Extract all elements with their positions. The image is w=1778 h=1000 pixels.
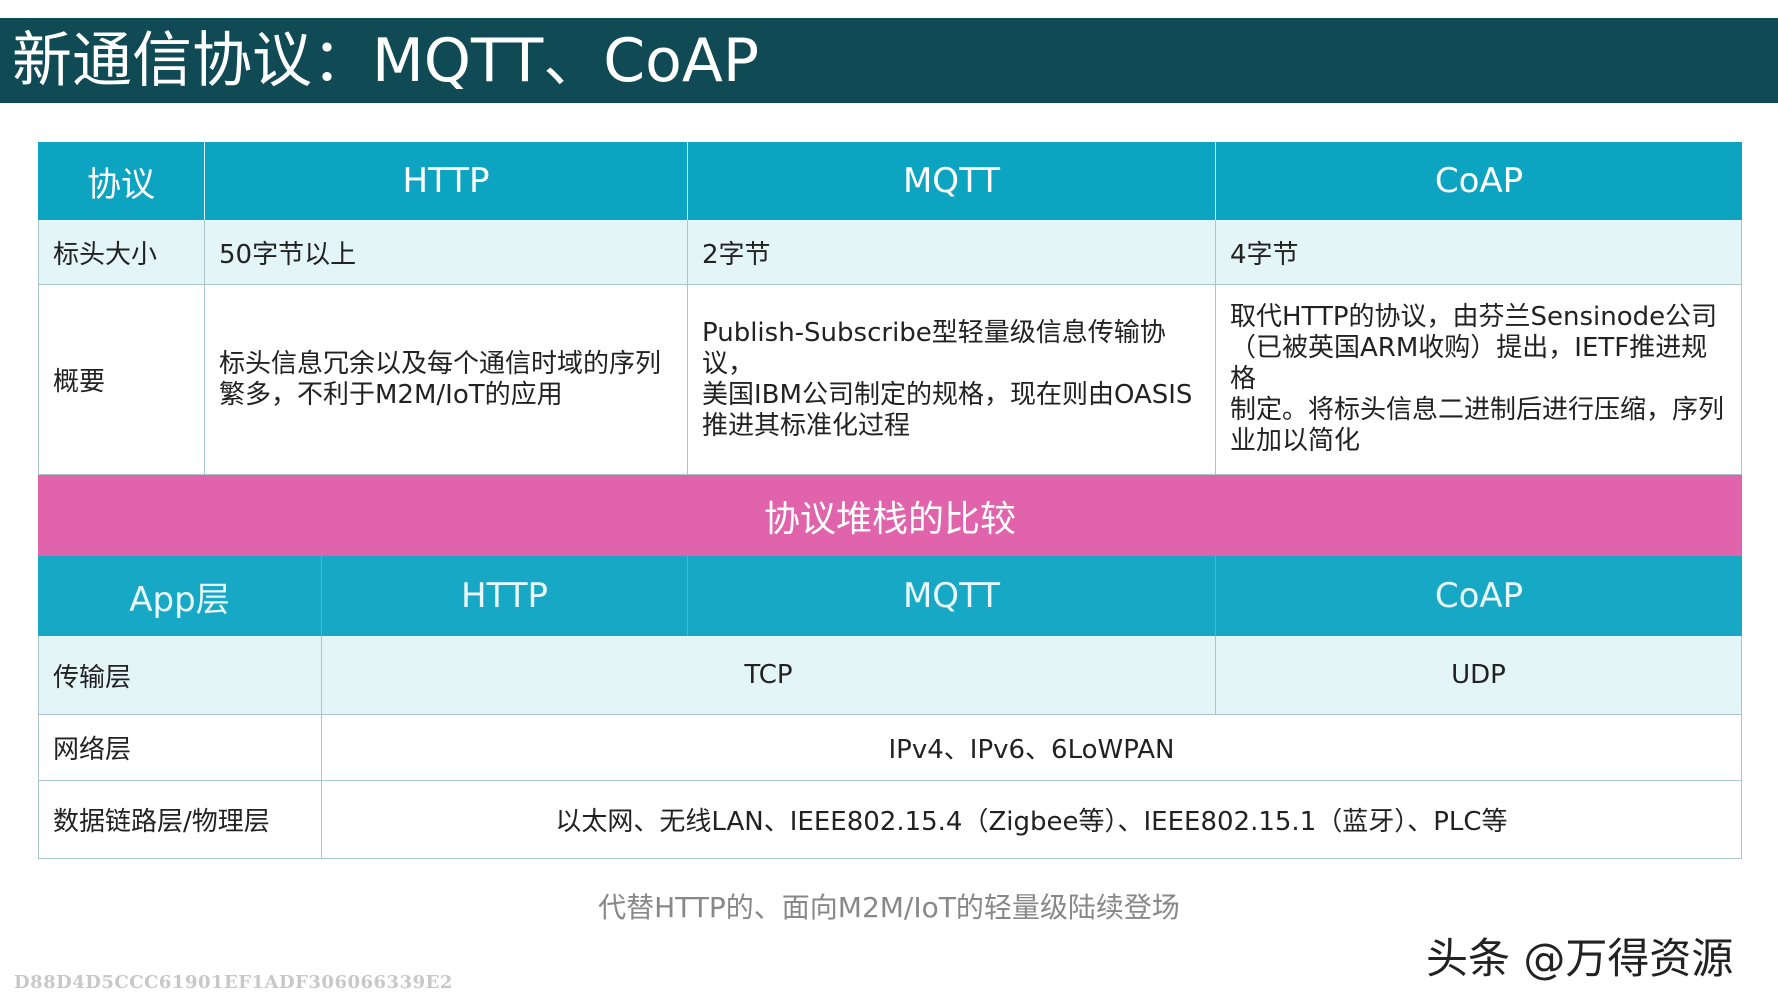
row-label-header-size: 标头大小 <box>38 220 204 285</box>
row-label-overview: 概要 <box>38 285 204 475</box>
http-overview-line: 繁多，不利于M2M/IoT的应用 <box>219 379 563 410</box>
header-protocol: 协议 <box>38 142 204 220</box>
row-label-transport: 传输层 <box>38 636 321 715</box>
stack-header-app-layer: App层 <box>38 556 321 636</box>
table-row-header-size: 标头大小 50字节以上 2字节 4字节 <box>38 220 1742 285</box>
coap-overview-line: 业加以简化 <box>1230 426 1361 456</box>
mqtt-overview-line: 美国IBM公司制定的规格，现在则由OASIS <box>702 379 1193 410</box>
header-coap: CoAP <box>1215 142 1742 220</box>
stack-comparison-band: 协议堆栈的比较 <box>38 475 1742 556</box>
transport-udp: UDP <box>1215 636 1742 715</box>
header-mqtt: MQTT <box>687 142 1215 220</box>
coap-overview-line: （已被英国ARM收购）提出，IETF推进规格 <box>1230 333 1708 394</box>
stack-header-coap: CoAP <box>1215 556 1742 636</box>
http-header-size: 50字节以上 <box>204 220 687 285</box>
table-header-row: 协议 HTTP MQTT CoAP <box>38 142 1742 220</box>
datalink-protocols: 以太网、无线LAN、IEEE802.15.4（Zigbee等）、IEEE802.… <box>321 781 1742 859</box>
stack-header-mqtt: MQTT <box>687 556 1215 636</box>
coap-overview: 取代HTTP的协议，由芬兰Sensinode公司 （已被英国ARM收购）提出，I… <box>1215 285 1742 475</box>
table-row-overview: 概要 标头信息冗余以及每个通信时域的序列 繁多，不利于M2M/IoT的应用 Pu… <box>38 285 1742 475</box>
coap-overview-line: 取代HTTP的协议，由芬兰Sensinode公司 <box>1230 302 1718 332</box>
row-label-datalink: 数据链路层/物理层 <box>38 781 321 859</box>
http-overview-line: 标头信息冗余以及每个通信时域的序列 <box>219 348 662 379</box>
mqtt-header-size: 2字节 <box>687 220 1215 285</box>
title-bar: 新通信协议：MQTT、CoAP <box>0 18 1778 103</box>
source-logo: 头条 @万得资源 <box>1426 934 1734 983</box>
stack-row-network: 网络层 IPv4、IPv6、6LoWPAN <box>38 715 1742 781</box>
stack-comparison-title: 协议堆栈的比较 <box>38 475 1742 556</box>
header-http: HTTP <box>204 142 687 220</box>
stack-header-http: HTTP <box>321 556 687 636</box>
stack-row-transport: 传输层 TCP UDP <box>38 636 1742 715</box>
network-protocols: IPv4、IPv6、6LoWPAN <box>321 715 1742 781</box>
page-title: 新通信协议：MQTT、CoAP <box>12 26 760 96</box>
coap-overview-line: 制定。将标头信息二进制后进行压缩，序列 <box>1230 395 1725 425</box>
stack-header-row: App层 HTTP MQTT CoAP <box>38 556 1742 636</box>
bottom-caption: 代替HTTP的、面向M2M/IoT的轻量级陆续登场 <box>598 891 1180 924</box>
mqtt-overview-line: 推进其标准化过程 <box>702 410 911 441</box>
transport-tcp: TCP <box>321 636 1215 715</box>
watermark-id: D88D4D5CCC61901EF1ADF306066339E2 <box>14 972 453 993</box>
http-overview: 标头信息冗余以及每个通信时域的序列 繁多，不利于M2M/IoT的应用 <box>204 285 687 475</box>
coap-header-size: 4字节 <box>1215 220 1742 285</box>
mqtt-overview: Publish-Subscribe型轻量级信息传输协议， 美国IBM公司制定的规… <box>687 285 1215 475</box>
row-label-network: 网络层 <box>38 715 321 781</box>
mqtt-overview-line: Publish-Subscribe型轻量级信息传输协议， <box>702 317 1166 379</box>
stack-row-datalink: 数据链路层/物理层 以太网、无线LAN、IEEE802.15.4（Zigbee等… <box>38 781 1742 859</box>
